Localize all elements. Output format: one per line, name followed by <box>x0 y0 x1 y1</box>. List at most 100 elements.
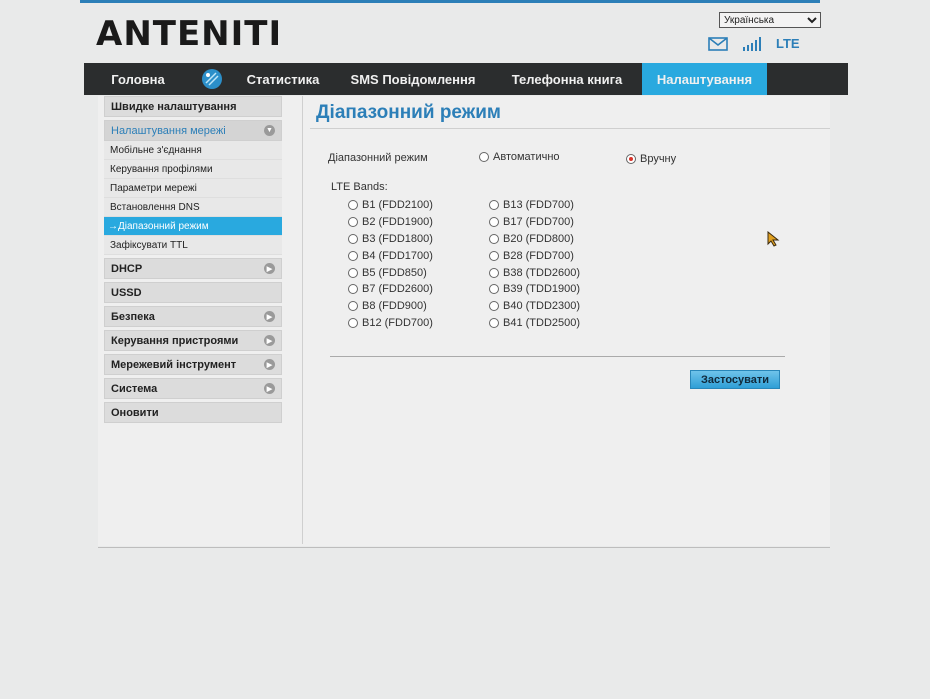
nav-phonebook[interactable]: Телефонна книга <box>492 63 642 95</box>
radio-icon <box>348 284 358 295</box>
status-bar: LTE <box>708 36 800 51</box>
chevron-right-icon: ▶ <box>264 335 275 346</box>
form-divider <box>330 356 785 357</box>
nav-home[interactable]: Головна <box>84 63 192 95</box>
apply-button[interactable]: Застосувати <box>690 370 780 389</box>
mouse-cursor-icon <box>767 230 781 252</box>
band-b1[interactable]: B1 (FDD2100) <box>348 197 433 214</box>
nav-sms[interactable]: SMS Повідомлення <box>334 63 492 95</box>
band-label: B13 (FDD700) <box>503 199 574 212</box>
band-label: B1 (FDD2100) <box>362 199 433 212</box>
band-b38[interactable]: B38 (TDD2600) <box>489 264 580 281</box>
band-b3[interactable]: B3 (FDD1800) <box>348 231 433 248</box>
sidebar-label: Безпека <box>111 310 155 323</box>
mode-label: Діапазонний режим <box>328 152 428 164</box>
band-b7[interactable]: B7 (FDD2600) <box>348 281 433 298</box>
chevron-right-icon: ▶ <box>264 359 275 370</box>
nav-settings[interactable]: Налаштування <box>642 63 767 95</box>
band-b28[interactable]: B28 (FDD700) <box>489 247 580 264</box>
chevron-right-icon: ▶ <box>264 383 275 394</box>
band-b41[interactable]: B41 (TDD2500) <box>489 315 580 332</box>
sidebar-item-dns[interactable]: Встановлення DNS <box>104 198 282 217</box>
mode-manual-radio[interactable]: Вручну <box>626 153 676 165</box>
sidebar: Швидке налаштування Налаштування мережі … <box>98 96 284 426</box>
sidebar-item-ttl[interactable]: Зафіксувати TTL <box>104 236 282 255</box>
band-b20[interactable]: B20 (FDD800) <box>489 231 580 248</box>
sidebar-network-settings[interactable]: Налаштування мережі ▼ <box>104 120 282 141</box>
band-b13[interactable]: B13 (FDD700) <box>489 197 580 214</box>
sidebar-label: DHCP <box>111 262 143 275</box>
mode-auto-radio[interactable]: Автоматично <box>479 151 560 163</box>
band-b17[interactable]: B17 (FDD700) <box>489 214 580 231</box>
band-b12[interactable]: B12 (FDD700) <box>348 315 433 332</box>
title-divider <box>310 128 830 129</box>
radio-icon <box>479 152 489 162</box>
radio-icon <box>489 233 499 244</box>
chevron-right-icon: ▶ <box>264 311 275 322</box>
chevron-down-icon: ▼ <box>264 125 275 136</box>
band-b39[interactable]: B39 (TDD1900) <box>489 281 580 298</box>
sidebar-item-network-params[interactable]: Параметри мережі <box>104 179 282 198</box>
radio-icon <box>348 301 358 312</box>
radio-icon <box>489 217 499 228</box>
signal-strength-icon <box>742 36 762 51</box>
sidebar-quick-setup[interactable]: Швидке налаштування <box>104 96 282 117</box>
band-label: B3 (FDD1800) <box>362 232 433 245</box>
band-b2[interactable]: B2 (FDD1900) <box>348 214 433 231</box>
sidebar-label: Швидке налаштування <box>111 100 237 113</box>
sidebar-item-profile-management[interactable]: Керування профілями <box>104 160 282 179</box>
band-b5[interactable]: B5 (FDD850) <box>348 264 433 281</box>
band-label: B41 (TDD2500) <box>503 316 581 329</box>
sidebar-ussd[interactable]: USSD <box>104 282 282 303</box>
radio-icon <box>489 250 499 261</box>
band-label: B8 (FDD900) <box>362 300 427 313</box>
radio-icon <box>489 200 499 211</box>
radio-icon <box>489 284 499 295</box>
band-label: B12 (FDD700) <box>362 316 433 329</box>
mode-auto-label: Автоматично <box>493 151 560 163</box>
radio-icon <box>348 200 358 211</box>
satellite-icon <box>192 63 232 95</box>
radio-icon <box>489 301 499 312</box>
lte-bands-label: LTE Bands: <box>331 181 388 193</box>
sidebar-system[interactable]: Система ▶ <box>104 378 282 399</box>
mode-manual-label: Вручну <box>640 153 677 165</box>
network-type-label: LTE <box>776 36 800 51</box>
radio-checked-icon <box>626 154 636 164</box>
radio-icon <box>348 217 358 228</box>
nav-statistics[interactable]: Статистика <box>232 63 334 95</box>
footer-divider <box>98 547 830 548</box>
band-label: B4 (FDD1700) <box>362 249 433 262</box>
sidebar-label: Налаштування мережі <box>111 124 226 137</box>
mail-icon[interactable] <box>708 36 728 51</box>
bands-column-right: B13 (FDD700) B17 (FDD700) B20 (FDD800) B… <box>489 197 580 331</box>
sidebar-label: Система <box>111 382 158 395</box>
main-panel: Діапазонний режим <box>316 102 830 124</box>
band-label: B38 (TDD2600) <box>503 266 581 279</box>
radio-icon <box>489 317 499 328</box>
sidebar-divider <box>302 96 303 544</box>
band-b8[interactable]: B8 (FDD900) <box>348 298 433 315</box>
radio-icon <box>348 233 358 244</box>
radio-icon <box>348 267 358 278</box>
sidebar-item-band-mode[interactable]: →Діапазонний режим <box>104 217 282 236</box>
sidebar-security[interactable]: Безпека ▶ <box>104 306 282 327</box>
top-accent-line <box>80 0 820 3</box>
sidebar-device-management[interactable]: Керування пристроями ▶ <box>104 330 282 351</box>
band-b40[interactable]: B40 (TDD2300) <box>489 298 580 315</box>
sidebar-item-mobile-connection[interactable]: Мобільне з'єднання <box>104 141 282 160</box>
radio-icon <box>348 317 358 328</box>
sidebar-dhcp[interactable]: DHCP ▶ <box>104 258 282 279</box>
sidebar-network-tools[interactable]: Мережевий інструмент ▶ <box>104 354 282 375</box>
sidebar-label: USSD <box>111 286 142 299</box>
band-label: B39 (TDD1900) <box>503 283 581 296</box>
radio-icon <box>489 267 499 278</box>
page-title: Діапазонний режим <box>316 102 501 123</box>
band-label: B20 (FDD800) <box>503 232 574 245</box>
sidebar-update[interactable]: Оновити <box>104 402 282 423</box>
language-select[interactable]: Українська <box>719 12 821 28</box>
main-navbar: Головна Статистика SMS Повідомлення Теле… <box>84 63 848 95</box>
band-label: B17 (FDD700) <box>503 216 574 229</box>
band-label: B2 (FDD1900) <box>362 216 433 229</box>
band-b4[interactable]: B4 (FDD1700) <box>348 247 433 264</box>
